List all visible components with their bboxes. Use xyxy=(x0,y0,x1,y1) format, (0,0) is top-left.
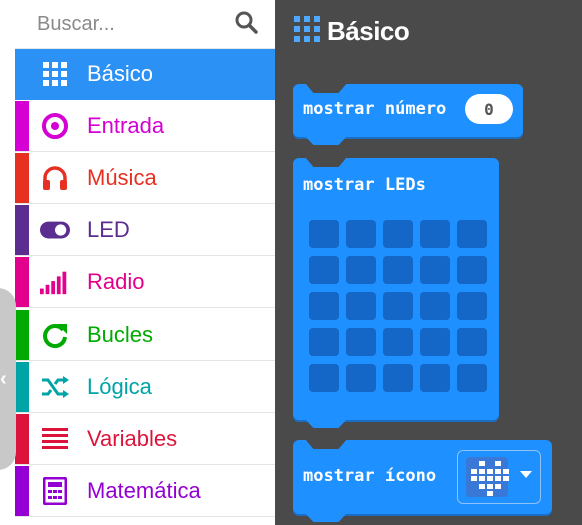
led-cell[interactable] xyxy=(309,364,339,392)
category-label: Bucles xyxy=(87,322,154,347)
shuffle-icon xyxy=(40,372,70,402)
flyout-title: Básico xyxy=(327,15,410,46)
block-label: mostrar LEDs xyxy=(303,175,426,195)
list-lines-icon xyxy=(40,424,70,454)
icon-dropdown[interactable] xyxy=(457,450,541,504)
category-label: Matemática xyxy=(87,478,201,503)
category-radio[interactable]: Radio xyxy=(15,257,275,308)
grid-icon xyxy=(40,59,70,89)
led-cell[interactable] xyxy=(457,220,487,248)
headphones-icon xyxy=(40,163,70,193)
category-entrada[interactable]: Entrada xyxy=(15,101,275,152)
led-cell[interactable] xyxy=(346,256,376,284)
category-label: Lógica xyxy=(87,374,152,399)
led-cell[interactable] xyxy=(383,292,413,320)
led-cell[interactable] xyxy=(346,292,376,320)
search-input[interactable] xyxy=(35,8,229,40)
led-matrix xyxy=(309,220,487,392)
led-cell[interactable] xyxy=(383,328,413,356)
led-cell[interactable] xyxy=(346,220,376,248)
blocks-flyout: Básico mostrar número 0 mostrar LEDs mos… xyxy=(275,0,582,525)
show-icon-block[interactable]: mostrar ícono xyxy=(293,439,552,522)
category-logica[interactable]: Lógica xyxy=(15,362,275,413)
signal-bars-icon xyxy=(40,267,70,297)
category-variables[interactable]: Variables xyxy=(15,414,275,465)
led-cell[interactable] xyxy=(309,328,339,356)
category-label: Música xyxy=(87,165,157,190)
led-cell[interactable] xyxy=(309,292,339,320)
led-cell[interactable] xyxy=(309,220,339,248)
category-basico[interactable]: Básico xyxy=(15,49,275,100)
led-cell[interactable] xyxy=(420,328,450,356)
grid-icon xyxy=(293,15,321,48)
led-cell[interactable] xyxy=(420,292,450,320)
toggle-icon xyxy=(40,215,70,245)
heart-icon xyxy=(466,457,509,497)
category-label: Radio xyxy=(87,269,145,294)
category-color-bar xyxy=(15,414,29,464)
category-color-bar xyxy=(15,153,29,203)
chevron-down-icon xyxy=(520,471,532,478)
category-color-bar xyxy=(15,362,29,412)
number-input[interactable]: 0 xyxy=(465,94,513,124)
category-color-bar xyxy=(15,205,29,255)
show-leds-block[interactable]: mostrar LEDs xyxy=(293,157,499,428)
led-cell[interactable] xyxy=(346,364,376,392)
toolbox-sidebar: Básico Entrada Música LED Radio xyxy=(15,0,275,525)
led-cell[interactable] xyxy=(420,364,450,392)
category-color-bar xyxy=(15,310,29,360)
category-label: LED xyxy=(87,217,130,242)
category-musica[interactable]: Música xyxy=(15,153,275,204)
category-matematica[interactable]: Matemática xyxy=(15,466,275,517)
led-cell[interactable] xyxy=(383,256,413,284)
category-label: Básico xyxy=(87,61,154,86)
led-cell[interactable] xyxy=(420,220,450,248)
search-icon[interactable] xyxy=(234,10,260,36)
category-bucles[interactable]: Bucles xyxy=(15,310,275,361)
category-color-bar xyxy=(15,257,29,307)
category-color-bar xyxy=(15,466,29,516)
search-box xyxy=(15,0,275,49)
block-label: mostrar número xyxy=(303,99,447,119)
chevron-left-icon: ‹ xyxy=(0,368,7,390)
show-number-block[interactable]: mostrar número 0 xyxy=(293,83,523,145)
category-led[interactable]: LED xyxy=(15,205,275,256)
led-cell[interactable] xyxy=(457,328,487,356)
block-label: mostrar ícono xyxy=(303,466,437,486)
category-color-bar xyxy=(15,101,29,151)
led-cell[interactable] xyxy=(420,256,450,284)
led-cell[interactable] xyxy=(346,328,376,356)
target-icon xyxy=(40,111,70,141)
led-cell[interactable] xyxy=(457,292,487,320)
led-cell[interactable] xyxy=(383,364,413,392)
led-cell[interactable] xyxy=(457,256,487,284)
flyout-header: Básico xyxy=(293,14,410,48)
led-cell[interactable] xyxy=(309,256,339,284)
refresh-icon xyxy=(40,320,70,350)
category-label: Entrada xyxy=(87,113,165,138)
category-label: Variables xyxy=(87,426,178,451)
calculator-icon xyxy=(40,476,70,506)
led-cell[interactable] xyxy=(383,220,413,248)
led-cell[interactable] xyxy=(457,364,487,392)
collapse-sidebar-tab[interactable]: ‹ xyxy=(0,288,16,470)
